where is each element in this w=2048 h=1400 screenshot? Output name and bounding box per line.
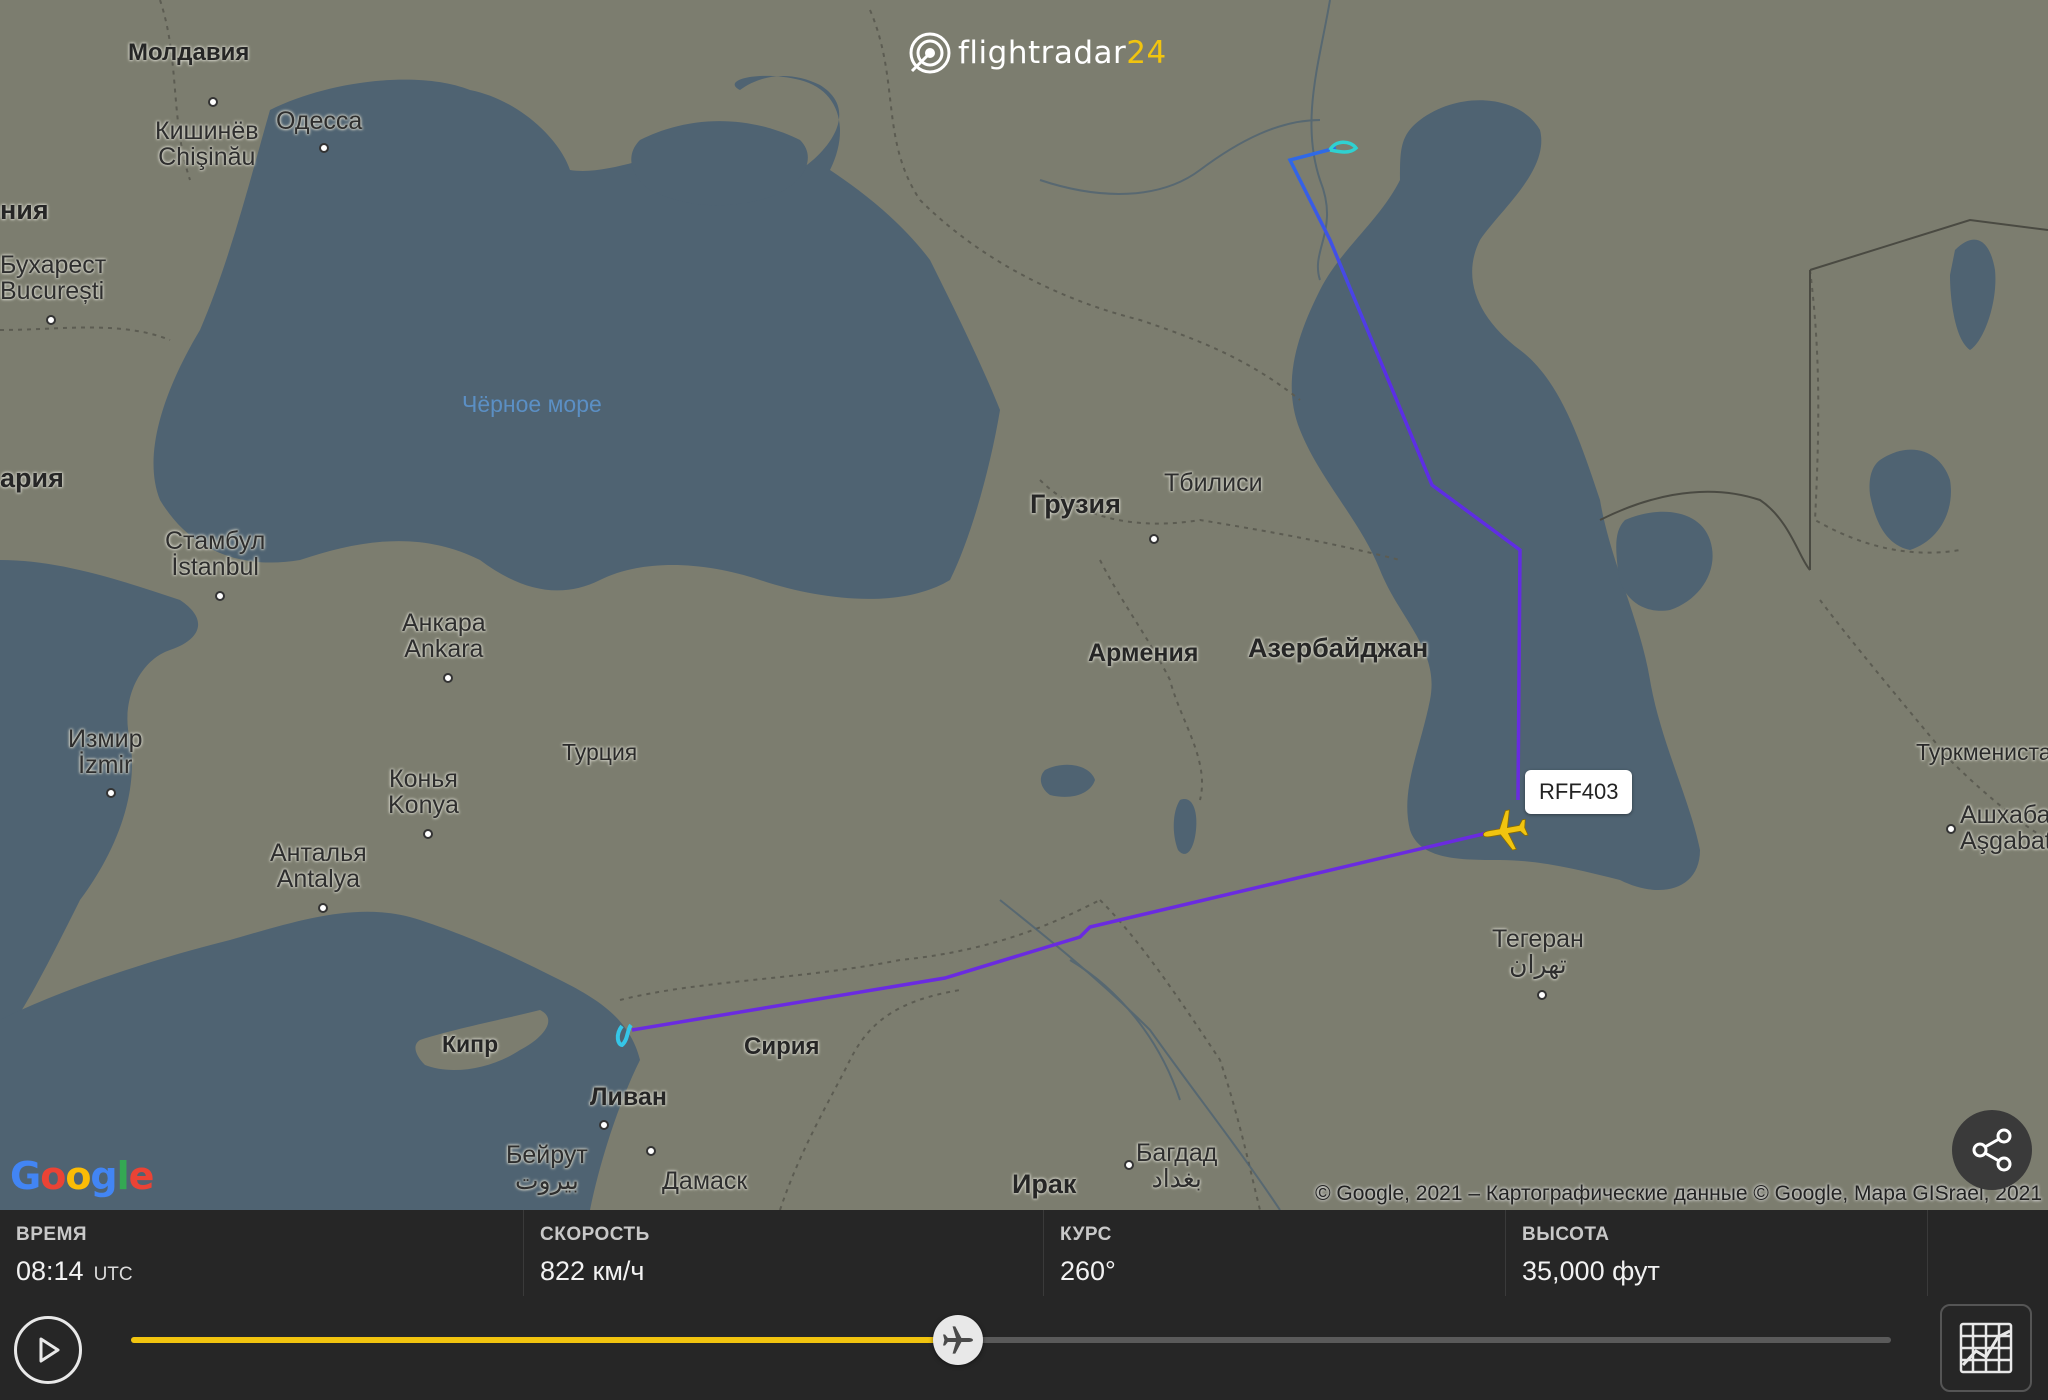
flight-trail-origin xyxy=(615,1023,633,1048)
label-chisinau: Кишинёв Chişinău xyxy=(155,117,259,172)
marker-ankara xyxy=(443,673,453,683)
label-turkmenistan: Туркмениста xyxy=(1916,739,2048,765)
playback-handle[interactable] xyxy=(933,1315,984,1365)
play-button[interactable] xyxy=(14,1316,82,1384)
marker-ashgabat xyxy=(1946,824,1956,834)
playback-bar xyxy=(0,1296,2048,1400)
marker-odessa xyxy=(319,143,329,153)
label-armenia: Армения xyxy=(1088,639,1199,667)
label-azerbaijan: Азербайджан xyxy=(1248,633,1429,663)
label-cyprus: Кипр xyxy=(442,1031,499,1057)
marker-izmir xyxy=(106,788,116,798)
marker-konya xyxy=(423,829,433,839)
label-turkey: Турция xyxy=(562,739,638,765)
stat-heading: КУРС 260° xyxy=(1044,1210,1506,1296)
playback-timeline[interactable] xyxy=(131,1315,1891,1365)
label-black-sea: Чёрное море xyxy=(462,391,602,417)
flight-trail-north xyxy=(1287,146,1522,801)
label-baghdad: Багдад بغداد xyxy=(1136,1139,1218,1194)
stat-altitude: ВЫСОТА 35,000 фут xyxy=(1506,1210,1928,1296)
marker-baghdad xyxy=(1124,1160,1134,1170)
flight-info-bar: ВРЕМЯ 08:14 UTC СКОРОСТЬ 822 км/ч КУРС 26… xyxy=(0,1210,2048,1297)
graph-view-button[interactable] xyxy=(1940,1304,2032,1392)
map-view[interactable]: RFF403 Чёрное море Молдавия ния ария Гру… xyxy=(0,0,2048,1210)
radar-logo-icon xyxy=(909,32,951,74)
label-bulgaria-partial: ария xyxy=(0,463,64,493)
stat-speed: СКОРОСТЬ 822 км/ч xyxy=(524,1210,1044,1296)
label-romania-partial: ния xyxy=(0,195,49,225)
playback-progress-fill xyxy=(131,1337,959,1343)
label-antalya: Анталья Antalya xyxy=(270,839,367,894)
marker-beirut xyxy=(599,1120,609,1130)
label-bucharest: Бухарест București xyxy=(0,251,107,306)
label-konya: Конья Konya xyxy=(388,765,459,820)
label-izmir: Измир İzmir xyxy=(68,725,143,780)
label-odessa: Одесса xyxy=(276,107,363,135)
marker-antalya xyxy=(318,903,328,913)
label-ashgabat: Ашхаба Aşgabat xyxy=(1960,801,2048,856)
flight-callsign-label[interactable]: RFF403 xyxy=(1525,770,1633,814)
label-tehran: Тегеран تهران xyxy=(1492,925,1584,980)
marker-tehran xyxy=(1537,990,1547,1000)
logo-text: flightradar24 xyxy=(958,35,1167,71)
label-lebanon: Ливан xyxy=(590,1083,667,1111)
marker-tbilisi xyxy=(1149,534,1159,544)
google-logo: Google xyxy=(10,1154,154,1198)
label-beirut: Бейрут بيروت xyxy=(506,1141,588,1196)
play-icon xyxy=(39,1337,60,1363)
label-moldova: Молдавия xyxy=(128,39,250,66)
flight-path-layer xyxy=(615,140,1522,1048)
map-attribution: © Google, 2021 – Картографические данные… xyxy=(1315,1182,2042,1205)
marker-bucharest xyxy=(46,315,56,325)
label-ankara: Анкара Ankara xyxy=(402,609,486,664)
label-tbilisi: Тбилиси xyxy=(1164,469,1263,497)
marker-istanbul xyxy=(215,591,225,601)
label-damascus: Дамаск xyxy=(662,1167,748,1195)
label-istanbul: Стамбул İstanbul xyxy=(165,527,266,582)
label-iraq: Ирак xyxy=(1012,1169,1077,1199)
marker-damascus xyxy=(646,1146,656,1156)
flightradar24-logo: flightradar24 xyxy=(908,30,1167,76)
flight-trail-start-loop xyxy=(1328,140,1359,154)
chart-grid-icon xyxy=(1959,1322,2013,1374)
plane-icon xyxy=(943,1326,974,1354)
flight-trail-south xyxy=(631,828,1501,1032)
label-syria: Сирия xyxy=(744,1033,820,1060)
label-georgia: Грузия xyxy=(1030,489,1121,519)
share-button[interactable] xyxy=(1952,1110,2032,1190)
aircraft-icon[interactable] xyxy=(1480,806,1530,856)
share-icon xyxy=(1972,1128,2012,1172)
stat-time: ВРЕМЯ 08:14 UTC xyxy=(0,1210,524,1296)
marker-chisinau xyxy=(208,97,218,107)
